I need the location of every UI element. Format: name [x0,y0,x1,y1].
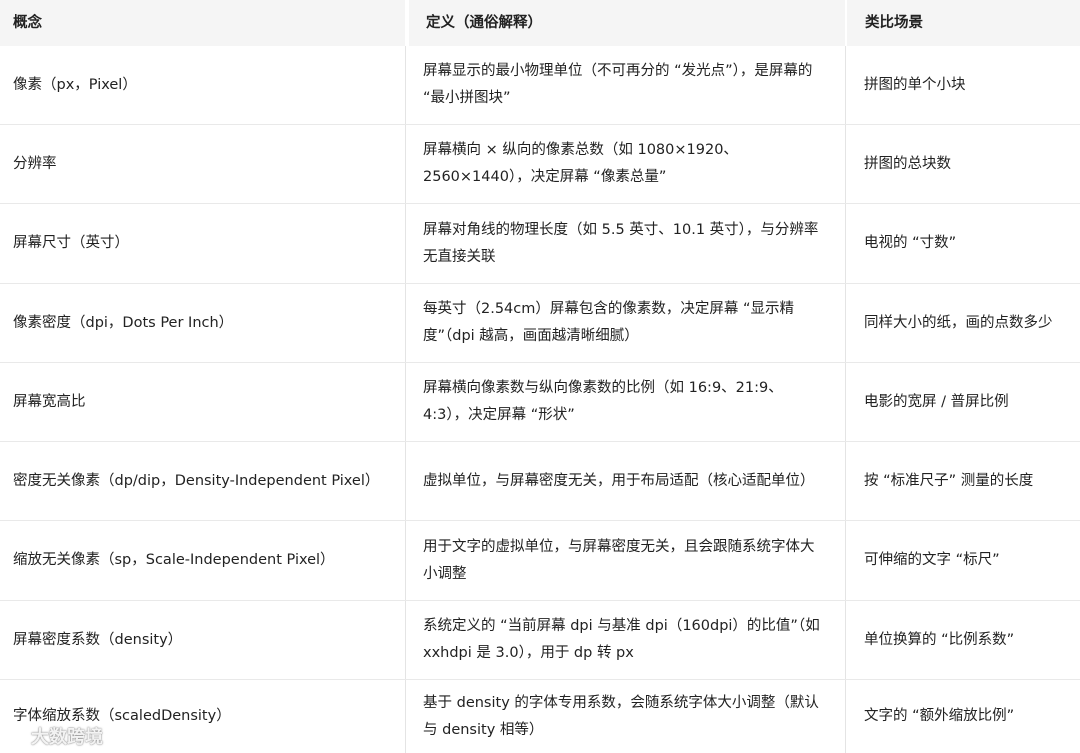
analogy-cell: 单位换算的 “比例系数” [845,601,1080,679]
concept-cell: 屏幕密度系数（density） [13,631,183,648]
analogy-cell: 同样大小的纸，画的点数多少 [845,284,1080,362]
table-row: 屏幕宽高比 屏幕横向像素数与纵向像素数的比例（如 16:9、21:9、4:3），… [0,363,1080,442]
definition-cell: 屏幕对角线的物理长度（如 5.5 英寸、10.1 英寸），与分辨率无直接关联 [405,204,845,283]
header-concept: 概念 [13,14,42,31]
header-analogy: 类比场景 [845,0,1080,46]
definition-cell: 系统定义的 “当前屏幕 dpi 与基准 dpi（160dpi）的比值”（如 xx… [405,601,845,679]
concept-cell: 屏幕宽高比 [13,393,86,410]
table-row: 密度无关像素（dp/dip，Density-Independent Pixel）… [0,442,1080,521]
concept-cell: 像素密度（dpi，Dots Per Inch） [13,314,234,331]
definition-cell: 虚拟单位，与屏幕密度无关，用于布局适配（核心适配单位） [405,442,845,520]
table-row: 像素（px，Pixel） 屏幕显示的最小物理单位（不可再分的 “发光点”），是屏… [0,46,1080,125]
table-row: 像素密度（dpi，Dots Per Inch） 每英寸（2.54cm）屏幕包含的… [0,284,1080,363]
concept-cell: 缩放无关像素（sp，Scale-Independent Pixel） [13,552,335,568]
header-definition: 定义（通俗解释） [405,0,845,46]
concept-cell: 字体缩放系数（scaledDensity） [13,708,231,724]
analogy-cell: 文字的 “额外缩放比例” [845,680,1080,753]
analogy-cell: 电视的 “寸数” [845,204,1080,283]
analogy-cell: 拼图的单个小块 [845,46,1080,124]
analogy-cell: 拼图的总块数 [845,125,1080,203]
concept-table: 概念 定义（通俗解释） 类比场景 像素（px，Pixel） 屏幕显示的最小物理单… [0,0,1080,753]
definition-cell: 屏幕显示的最小物理单位（不可再分的 “发光点”），是屏幕的 “最小拼图块” [405,46,845,124]
definition-cell: 屏幕横向像素数与纵向像素数的比例（如 16:9、21:9、4:3），决定屏幕 “… [405,363,845,441]
table-row: 分辨率 屏幕横向 × 纵向的像素总数（如 1080×1920、2560×1440… [0,125,1080,204]
table-row: 字体缩放系数（scaledDensity） 基于 density 的字体专用系数… [0,680,1080,753]
concept-cell: 屏幕尺寸（英寸） [13,235,129,251]
definition-cell: 用于文字的虚拟单位，与屏幕密度无关，且会跟随系统字体大小调整 [405,521,845,600]
table-header-row: 概念 定义（通俗解释） 类比场景 [0,0,1080,46]
concept-cell: 分辨率 [13,155,57,172]
analogy-cell: 电影的宽屏 / 普屏比例 [845,363,1080,441]
analogy-cell: 可伸缩的文字 “标尺” [845,521,1080,600]
table-row: 屏幕密度系数（density） 系统定义的 “当前屏幕 dpi 与基准 dpi（… [0,601,1080,680]
definition-cell: 每英寸（2.54cm）屏幕包含的像素数，决定屏幕 “显示精度”（dpi 越高，画… [405,284,845,362]
concept-cell: 像素（px，Pixel） [13,76,137,93]
definition-cell: 基于 density 的字体专用系数，会随系统字体大小调整（默认与 densit… [405,680,845,753]
definition-cell: 屏幕横向 × 纵向的像素总数（如 1080×1920、2560×1440），决定… [405,125,845,203]
table-row: 屏幕尺寸（英寸） 屏幕对角线的物理长度（如 5.5 英寸、10.1 英寸），与分… [0,204,1080,284]
analogy-cell: 按 “标准尺子” 测量的长度 [845,442,1080,520]
concept-cell: 密度无关像素（dp/dip，Density-Independent Pixel） [13,472,380,489]
table-row: 缩放无关像素（sp，Scale-Independent Pixel） 用于文字的… [0,521,1080,601]
